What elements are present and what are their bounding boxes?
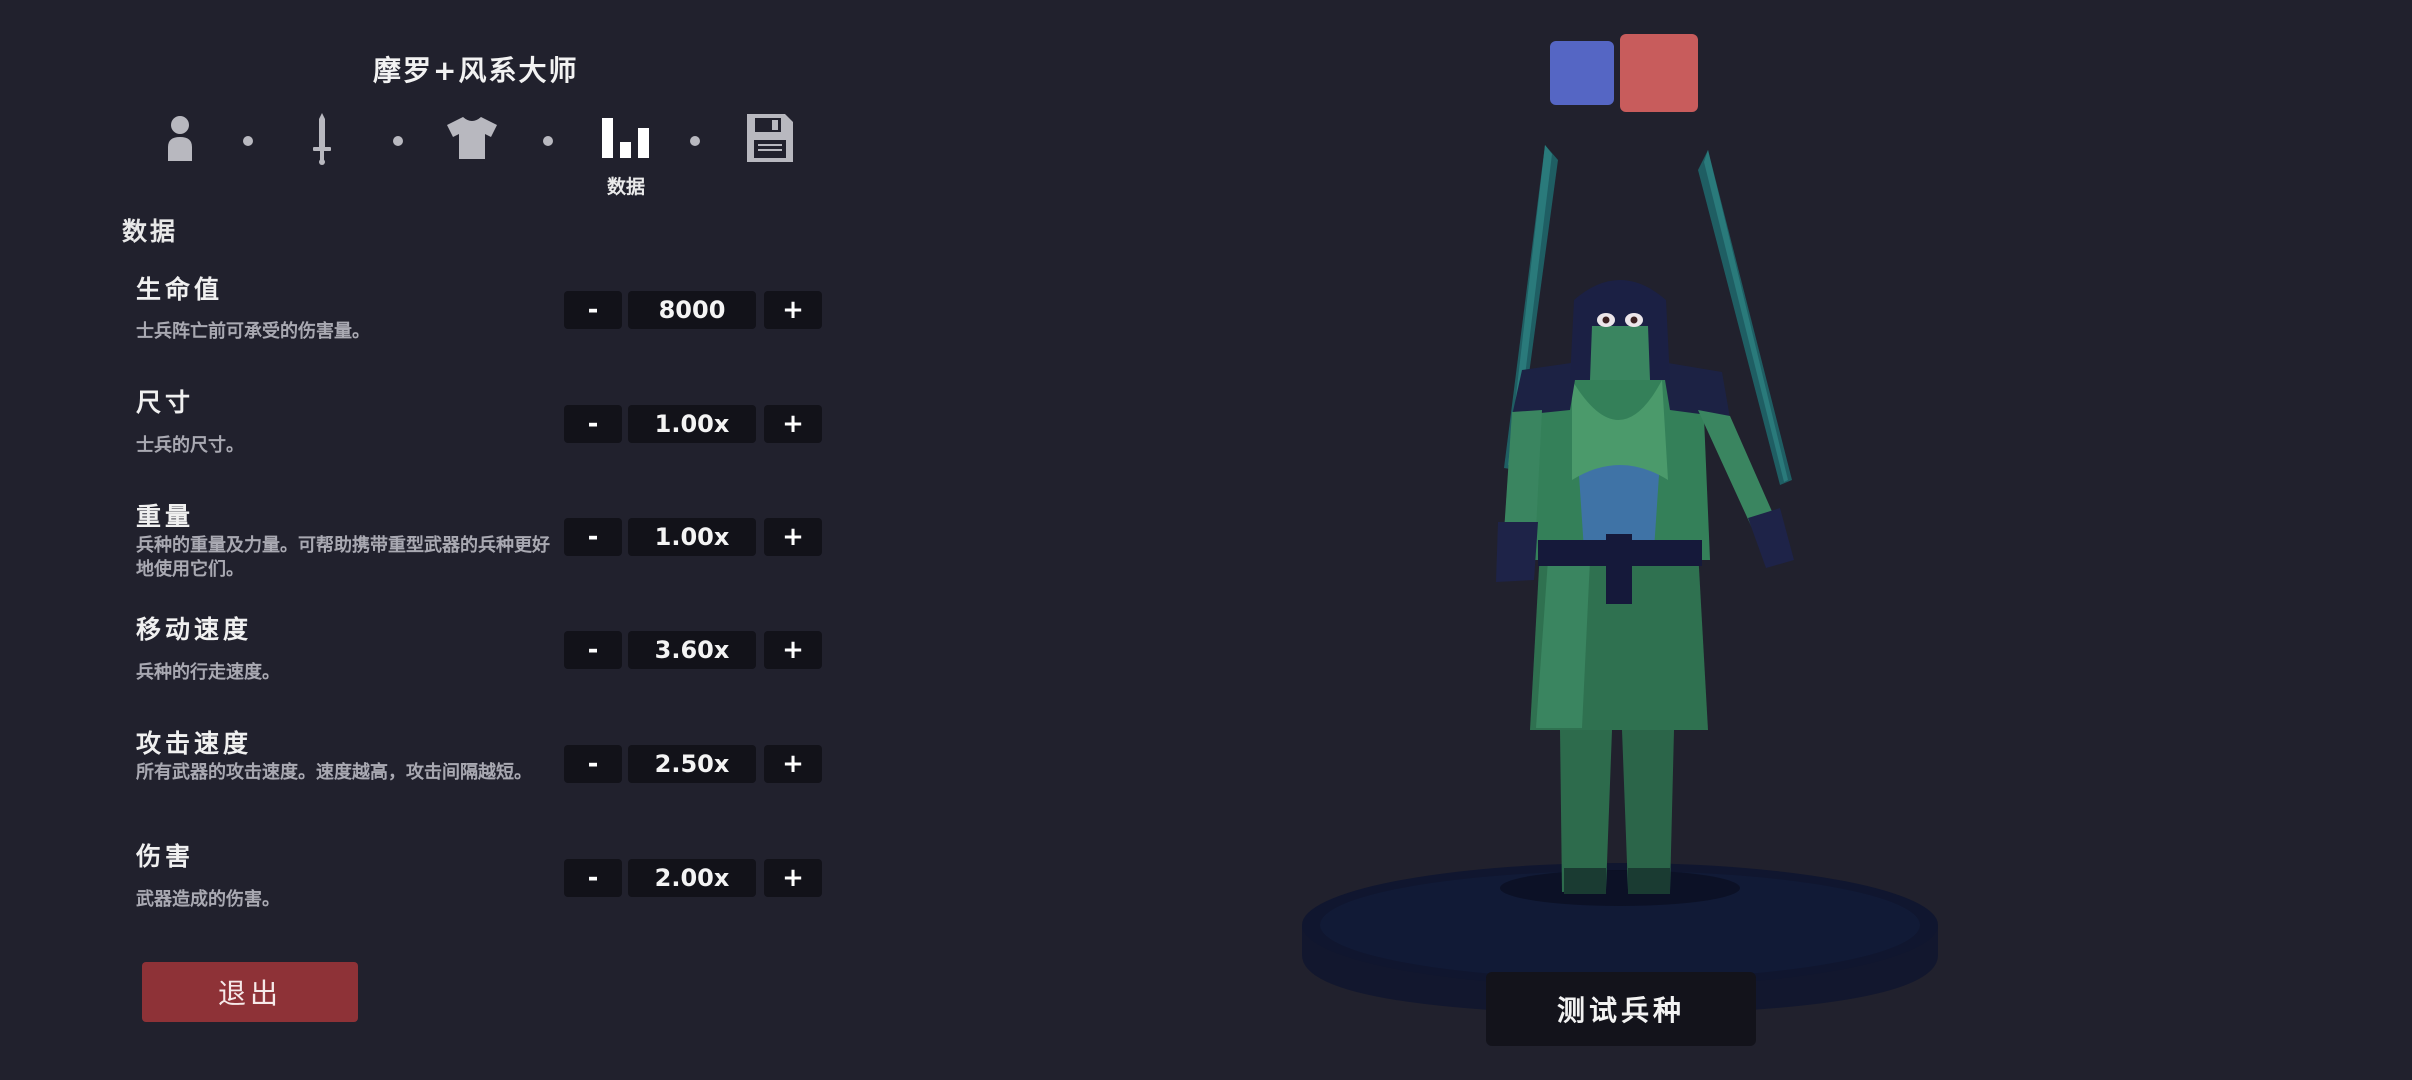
team-blue-swatch[interactable] — [1550, 41, 1614, 105]
stat-row-attack-speed: 攻击速度 所有武器的攻击速度。速度越高，攻击间隔越短。 - 2.50x + — [0, 724, 830, 836]
increase-button[interactable]: + — [764, 291, 822, 329]
step-weapons[interactable] — [292, 108, 352, 168]
test-unit-button[interactable]: 测试兵种 — [1486, 972, 1756, 1046]
stat-name: 移动速度 — [136, 615, 253, 644]
step-separator — [690, 136, 700, 146]
stat-value: 1.00x — [628, 405, 756, 443]
unit-name-title: 摩罗+风系大师 — [373, 54, 579, 87]
stat-row-damage: 伤害 武器造成的伤害。 - 2.00x + — [0, 837, 830, 949]
sword-icon — [313, 113, 331, 165]
stat-description: 武器造成的伤害。 — [136, 889, 280, 910]
step-appearance[interactable] — [150, 108, 210, 168]
stat-description: 士兵的尺寸。 — [136, 435, 244, 456]
stat-row-weight: 重量 兵种的重量及力量。可帮助携带重型武器的兵种更好地使用它们。 - 1.00x… — [0, 497, 830, 609]
stat-value: 1.00x — [628, 518, 756, 556]
decrease-button[interactable]: - — [564, 859, 622, 897]
section-title: 数据 — [122, 217, 179, 246]
increase-button[interactable]: + — [764, 405, 822, 443]
step-separator — [243, 136, 253, 146]
step-clothing[interactable] — [442, 108, 502, 168]
stat-description: 兵种的行走速度。 — [136, 662, 280, 683]
stat-value: 8000 — [628, 291, 756, 329]
unit-preview[interactable] — [1290, 130, 1950, 1030]
stat-name: 尺寸 — [136, 388, 195, 417]
team-red-swatch[interactable] — [1620, 34, 1698, 112]
stat-value: 2.00x — [628, 859, 756, 897]
stat-name: 重量 — [136, 502, 195, 531]
increase-button[interactable]: + — [764, 859, 822, 897]
stat-name: 生命值 — [136, 275, 224, 304]
decrease-button[interactable]: - — [564, 518, 622, 556]
stat-value: 3.60x — [628, 631, 756, 669]
unit-creator-screen: 摩罗+风系大师 数据 数据 生命值 士兵阵亡前可承受的伤害量。 - 8000 +… — [0, 0, 2412, 1080]
decrease-button[interactable]: - — [564, 405, 622, 443]
step-separator — [393, 136, 403, 146]
increase-button[interactable]: + — [764, 631, 822, 669]
person-icon — [168, 116, 192, 161]
stat-row-health: 生命值 士兵阵亡前可承受的伤害量。 - 8000 + — [0, 270, 830, 382]
bar-chart-icon — [602, 118, 649, 158]
stat-name: 攻击速度 — [136, 729, 253, 758]
step-separator — [543, 136, 553, 146]
stat-value: 2.50x — [628, 745, 756, 783]
step-save[interactable] — [740, 108, 800, 168]
shirt-icon — [447, 117, 497, 159]
active-step-caption: 数据 — [606, 176, 645, 198]
stat-row-size: 尺寸 士兵的尺寸。 - 1.00x + — [0, 383, 830, 495]
stat-name: 伤害 — [136, 842, 195, 871]
increase-button[interactable]: + — [764, 745, 822, 783]
stat-description: 士兵阵亡前可承受的伤害量。 — [136, 321, 370, 342]
step-stats[interactable] — [596, 108, 656, 168]
unit-figure — [1496, 145, 1794, 894]
increase-button[interactable]: + — [764, 518, 822, 556]
stat-row-move-speed: 移动速度 兵种的行走速度。 - 3.60x + — [0, 610, 830, 722]
decrease-button[interactable]: - — [564, 745, 622, 783]
editor-step-nav: 数据 — [150, 108, 810, 198]
save-icon — [747, 114, 793, 162]
stat-description: 所有武器的攻击速度。速度越高，攻击间隔越短。 — [136, 762, 532, 783]
decrease-button[interactable]: - — [564, 291, 622, 329]
decrease-button[interactable]: - — [564, 631, 622, 669]
exit-button[interactable]: 退出 — [142, 962, 358, 1022]
stat-description: 兵种的重量及力量。可帮助携带重型武器的兵种更好地使用它们。 — [136, 535, 550, 580]
